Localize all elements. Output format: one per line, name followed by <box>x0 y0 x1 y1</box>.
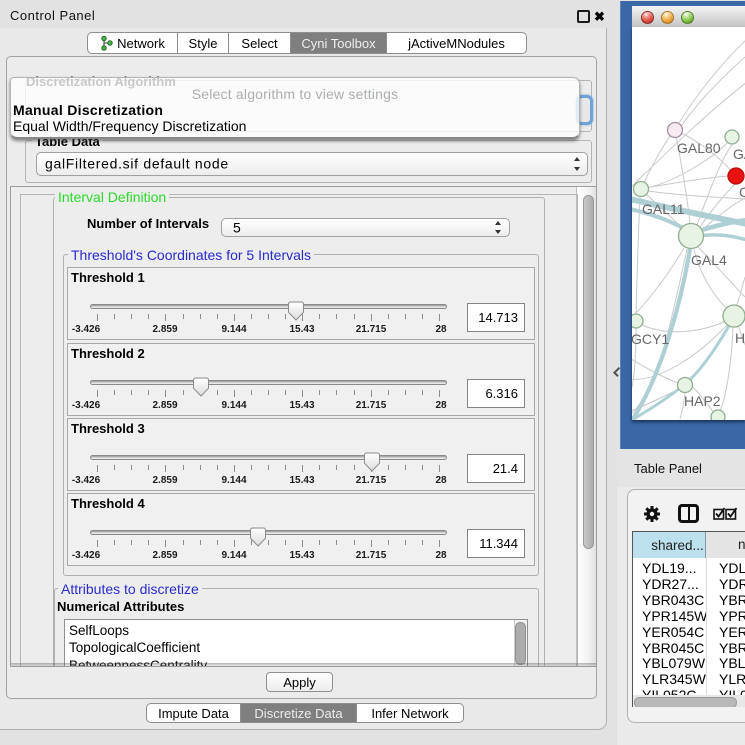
svg-text:GAL11: GAL11 <box>642 201 685 217</box>
svg-text:H: H <box>735 330 745 346</box>
svg-text:GAL4: GAL4 <box>691 252 727 268</box>
svg-text:GCY1: GCY1 <box>632 331 669 347</box>
svg-text:GAL80: GAL80 <box>677 140 721 156</box>
svg-text:C: C <box>739 184 745 200</box>
svg-text:HAP2: HAP2 <box>684 393 721 409</box>
svg-text:GA: GA <box>733 146 745 162</box>
